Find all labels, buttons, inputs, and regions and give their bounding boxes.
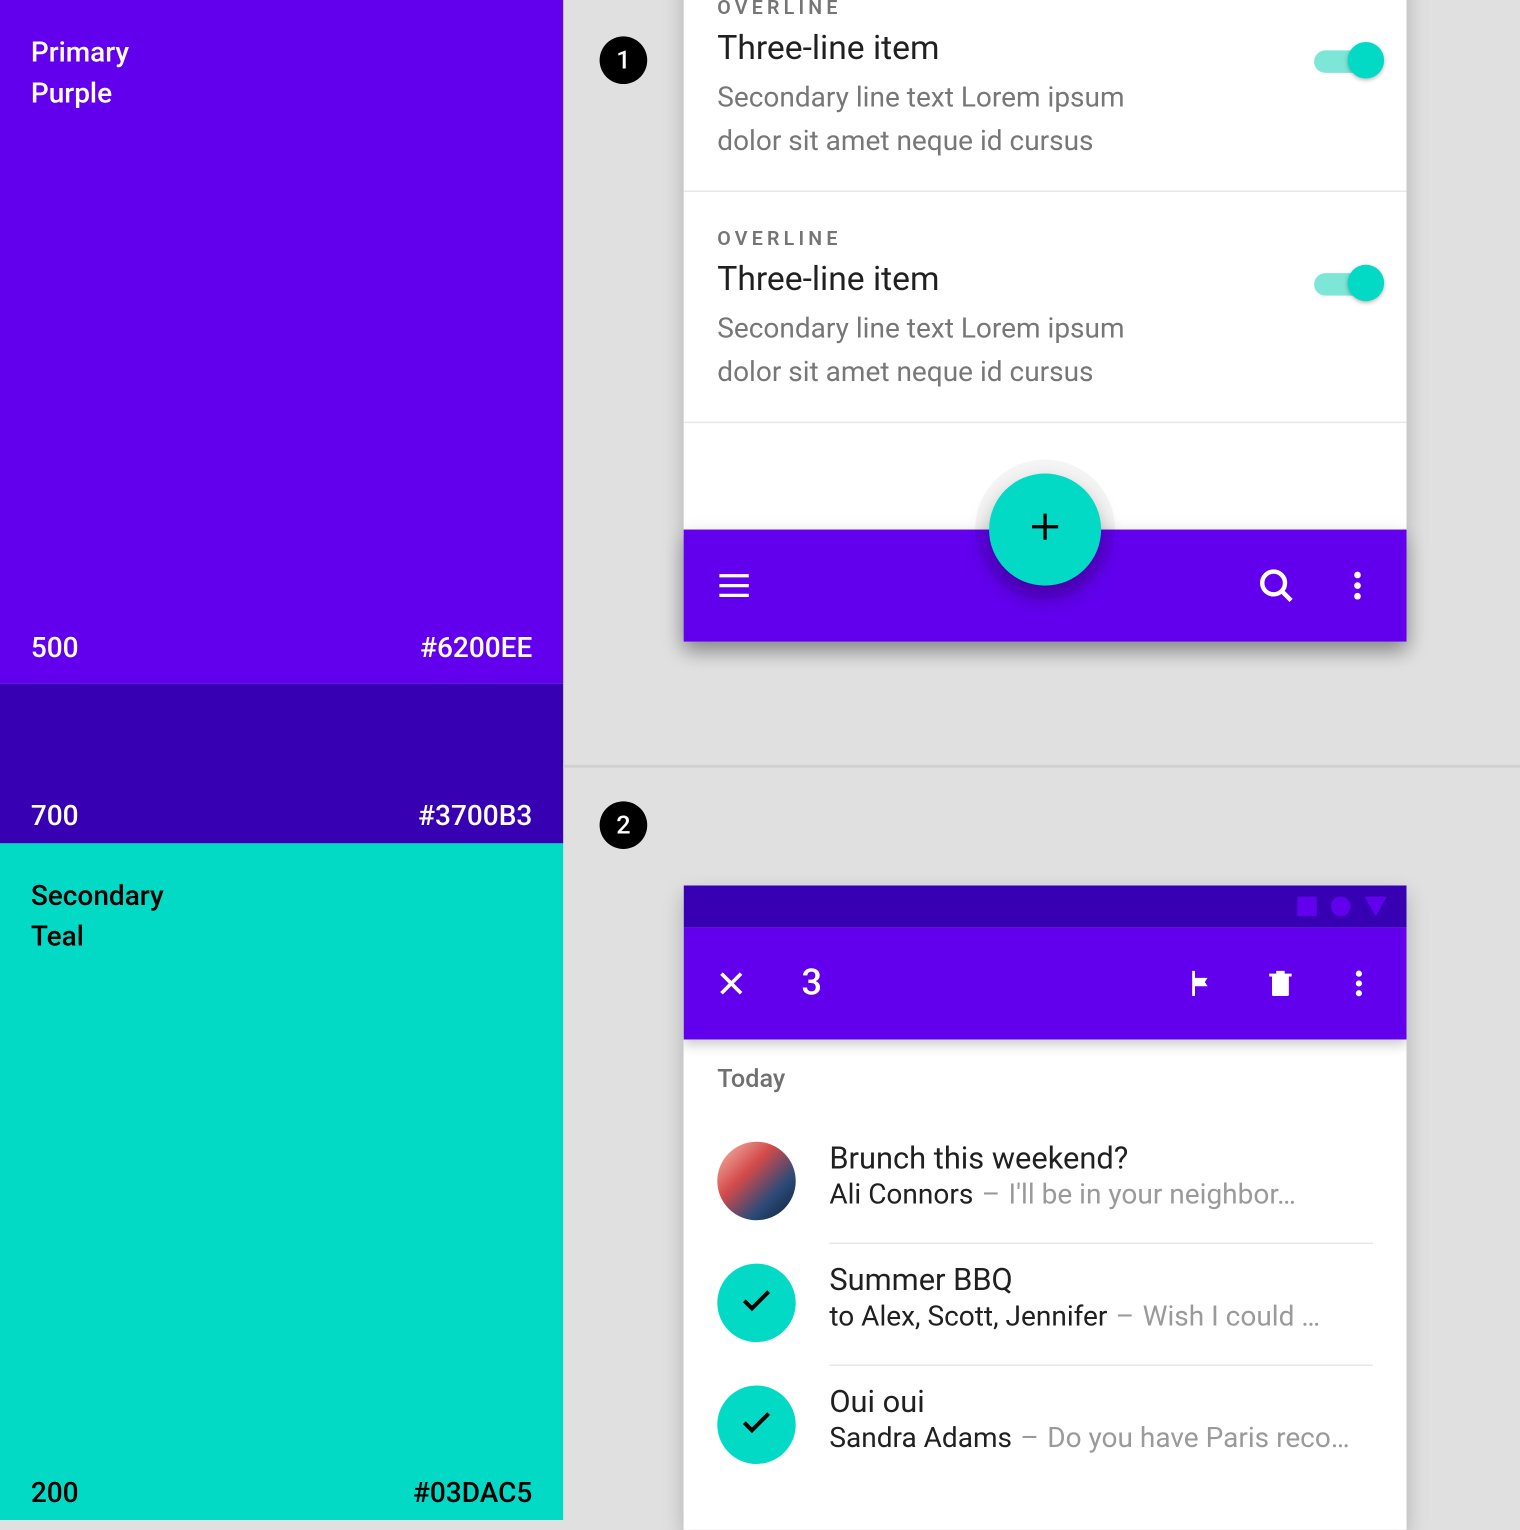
- list-item-switch[interactable]: [1314, 42, 1378, 78]
- avatar-selected[interactable]: [717, 1264, 795, 1342]
- contextual-app-bar: 3: [684, 927, 1407, 1039]
- avatar[interactable]: [717, 1142, 795, 1220]
- primary-700-hex: #3700B3: [418, 799, 532, 833]
- examples-area: 1 2 OVERLINE Three-line item Secondary l…: [563, 0, 1520, 1520]
- list-item-secondary: Secondary line text Lorem ipsum dolor si…: [717, 307, 1179, 394]
- list-item-secondary: Secondary line text Lorem ipsum dolor si…: [717, 76, 1179, 163]
- secondary-200-hex: #03DAC5: [413, 1475, 532, 1509]
- email-preview: I'll be in your neighbor…: [1009, 1177, 1296, 1211]
- email-row[interactable]: Summer BBQ to Alex, Scott, Jennifer – Wi…: [717, 1244, 1373, 1364]
- list-item[interactable]: OVERLINE Three-line item Secondary line …: [684, 192, 1407, 423]
- close-icon[interactable]: [714, 967, 748, 1001]
- email-row[interactable]: Oui oui Sandra Adams – Do you have Paris…: [717, 1366, 1373, 1486]
- check-icon: [738, 1404, 774, 1446]
- check-icon: [738, 1282, 774, 1324]
- email-list: Today Brunch this weekend? Ali Connors –…: [684, 1039, 1407, 1529]
- secondary-200-code: 200: [31, 1475, 79, 1509]
- status-circle-icon: [1331, 897, 1351, 917]
- swatch-primary-700: 700 #3700B3: [0, 684, 563, 844]
- plus-icon: [1025, 507, 1064, 552]
- primary-500-hex: #6200EE: [420, 630, 532, 664]
- swatch-secondary-200: Secondary Teal 200 #03DAC5: [0, 843, 563, 1520]
- email-preview: Wish I could …: [1143, 1299, 1321, 1333]
- list-item-title: Three-line item: [717, 259, 1373, 298]
- email-title: Oui oui: [829, 1386, 1373, 1421]
- avatar-selected[interactable]: [717, 1386, 795, 1464]
- primary-name: Purple: [31, 76, 533, 110]
- email-sender: to Alex, Scott, Jennifer: [829, 1299, 1107, 1333]
- list-item-overline: OVERLINE: [717, 228, 1373, 250]
- fab-add-button[interactable]: [989, 474, 1101, 586]
- primary-700-code: 700: [31, 799, 79, 833]
- example-1-device: OVERLINE Three-line item Secondary line …: [684, 0, 1407, 642]
- email-sender: Ali Connors: [829, 1177, 973, 1211]
- status-square-icon: [1297, 897, 1317, 917]
- email-title: Brunch this weekend?: [829, 1142, 1373, 1177]
- email-title: Summer BBQ: [829, 1264, 1373, 1299]
- swatch-primary-500: Primary Purple 500 #6200EE: [0, 0, 563, 684]
- section-label: Today: [717, 1065, 1373, 1094]
- example-2-badge: 2: [600, 801, 648, 849]
- search-icon[interactable]: [1255, 565, 1297, 607]
- more-vert-icon[interactable]: [1342, 967, 1376, 1001]
- primary-500-code: 500: [31, 630, 79, 664]
- example-1-badge: 1: [600, 36, 648, 84]
- status-triangle-icon: [1364, 897, 1386, 917]
- list-item[interactable]: OVERLINE Three-line item Secondary line …: [684, 0, 1407, 192]
- email-row[interactable]: Brunch this weekend? Ali Connors – I'll …: [717, 1122, 1373, 1242]
- selection-count: 3: [801, 962, 822, 1004]
- delete-icon[interactable]: [1264, 967, 1298, 1001]
- secondary-name: Teal: [31, 919, 533, 953]
- primary-label: Primary: [31, 28, 533, 76]
- email-preview: Do you have Paris reco…: [1047, 1421, 1349, 1455]
- flag-icon[interactable]: [1185, 967, 1219, 1001]
- email-sender: Sandra Adams: [829, 1421, 1012, 1455]
- more-vert-icon[interactable]: [1339, 567, 1375, 603]
- secondary-label: Secondary: [31, 871, 533, 919]
- example-2-device: 3 Today: [684, 885, 1407, 1529]
- list-item-switch[interactable]: [1314, 265, 1378, 301]
- status-bar: [684, 885, 1407, 927]
- color-palette: Primary Purple 500 #6200EE 700 #3700B3 S…: [0, 0, 563, 1520]
- list-item-title: Three-line item: [717, 28, 1373, 67]
- list-item-overline: OVERLINE: [717, 0, 1373, 20]
- menu-icon[interactable]: [714, 566, 753, 605]
- section-divider: [563, 765, 1520, 768]
